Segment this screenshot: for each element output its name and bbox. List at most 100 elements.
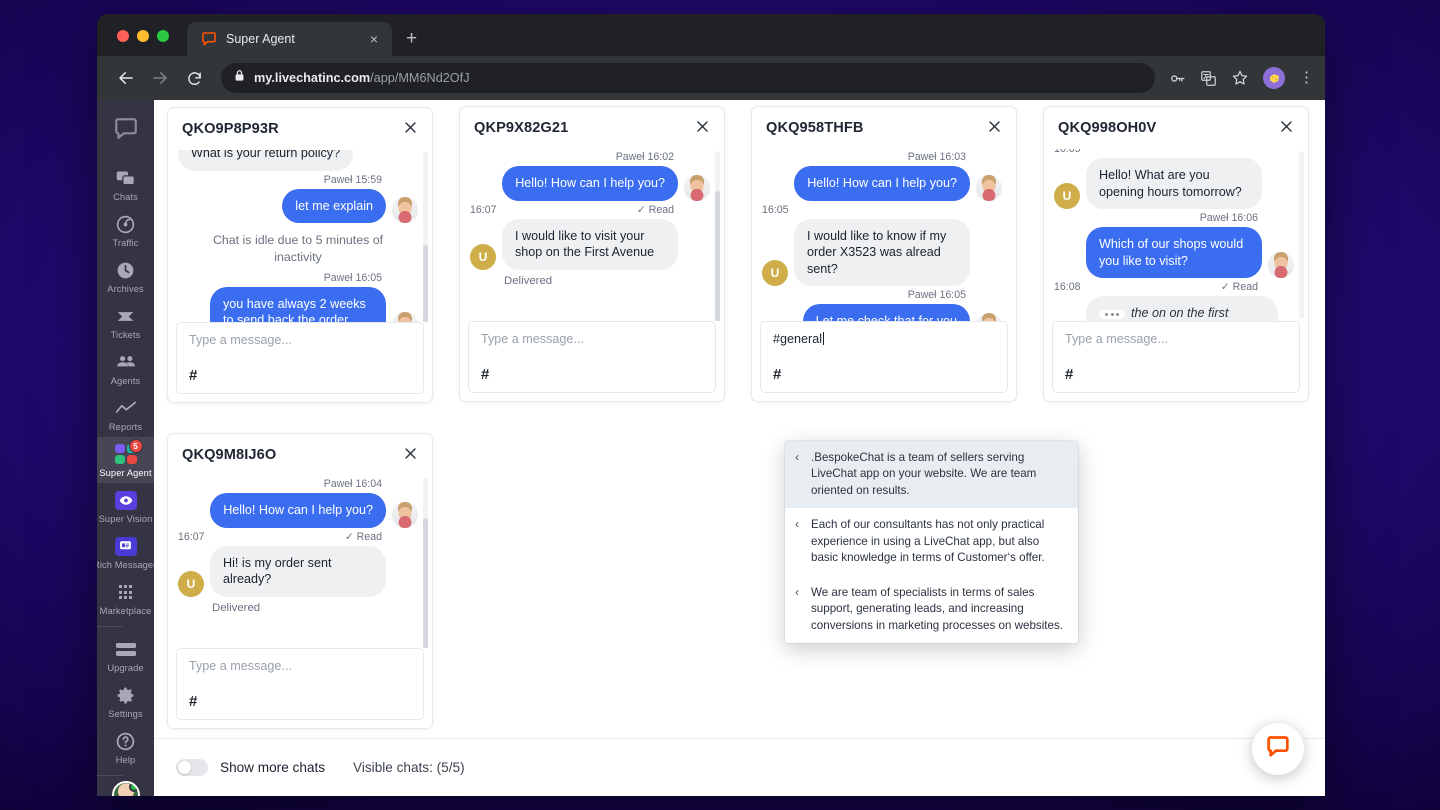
message-scrollbar-track[interactable] [1299,151,1304,319]
suggestion-text: .BespokeChat is a team of sellers servin… [811,451,1037,497]
tab-title: Super Agent [226,32,295,46]
sidebar-item-archives[interactable]: Archives [97,253,154,299]
message-input[interactable]: Type a message... [189,333,411,347]
suggestion-item[interactable]: ‹ We are team of specialists in terms of … [785,576,1078,643]
canned-response-button[interactable]: # [773,367,995,382]
sidebar-item-rich-messages[interactable]: Rich Messages [97,529,158,575]
reload-icon[interactable] [179,63,209,93]
message-list[interactable]: Paweł 16:03 Hello! How can I help you? 16:… [752,149,1016,321]
close-chat-button[interactable] [985,117,1004,140]
suggestion-text: We are team of specialists in terms of s… [811,585,1063,632]
forward-arrow-icon[interactable] [145,63,175,93]
message-bubble: Hello! What are you opening hours tomorr… [1086,158,1262,210]
canned-response-suggestions[interactable]: ‹ .BespokeChat is a team of sellers servi… [785,441,1078,644]
canned-response-button[interactable]: # [1065,367,1287,382]
address-bar[interactable]: my.livechatinc.com/app/MM6Nd2OfJ [221,63,1155,93]
suggestion-item[interactable]: ‹ Each of our consultants has not only pr… [785,508,1078,575]
message-input[interactable]: Type a message... [189,659,411,673]
message-input[interactable]: Type a message... [1065,332,1287,346]
message-scrollbar-thumb[interactable] [423,245,428,322]
chat-card[interactable]: QKO9P8P93R What is your return policy? Paw… [167,107,433,403]
chat-card[interactable]: QKP9X82G21 Paweł 16:02 Hello! How can I he… [459,106,725,402]
browser-tab[interactable]: Super Agent × [187,22,392,56]
sidebar-item-chats[interactable]: Chats [97,161,154,207]
canned-response-button[interactable]: # [189,694,411,709]
window-traffic-lights [97,30,169,56]
message-timestamp: 16:07 [178,530,205,543]
sidebar-item-upgrade[interactable]: Upgrade [97,632,154,678]
sidebar-item-agents[interactable]: Agents [97,345,154,391]
message-input[interactable]: #general [773,332,995,346]
sidebar-item-traffic[interactable]: Traffic [97,207,154,253]
minimize-window-button[interactable] [137,30,149,42]
sidebar-nav-list: Chats Traffic Archives Tickets Agents Reports… [97,161,158,781]
message-list[interactable]: What is your return policy? Paweł 15:59 le… [168,150,432,322]
sidebar-item-marketplace[interactable]: Marketplace [97,575,154,621]
visible-chats-count: Visible chats: (5/5) [353,760,465,775]
chevron-left-icon: ‹ [795,519,799,532]
password-key-icon[interactable] [1169,70,1186,87]
back-arrow-icon[interactable] [111,63,141,93]
toolbar-actions: ⋮ [1169,67,1314,89]
suggestion-item[interactable]: ‹ .BespokeChat is a team of sellers servi… [785,441,1078,509]
sidebar-item-reports[interactable]: Reports [97,391,154,437]
message-composer[interactable]: Type a message... # [176,648,424,720]
suggestion-list: ‹ .BespokeChat is a team of sellers servi… [785,441,1078,643]
message-composer[interactable]: Type a message... # [176,322,424,394]
sidebar-item-label: Help [115,755,136,765]
kebab-menu-icon[interactable]: ⋮ [1299,70,1314,85]
show-more-chats-toggle-group[interactable]: Show more chats [176,759,325,776]
chat-card[interactable]: QKQ958THFB Paweł 16:03 Hello! How can I he… [751,106,1017,402]
message-scrollbar-thumb[interactable] [423,518,428,648]
close-chat-button[interactable] [401,118,420,141]
message-composer[interactable]: Type a message... # [1052,321,1300,393]
message-list[interactable]: Paweł 16:04 Hello! How can I help you? 16:… [168,476,432,648]
avatar[interactable] [111,781,140,796]
maximize-window-button[interactable] [157,30,169,42]
close-chat-button[interactable] [693,117,712,140]
agent-avatar [1268,252,1294,279]
sidebar-item-help[interactable]: Help [97,724,154,770]
message-row: UI would like to know if my order X3523 … [762,218,1002,287]
message-meta-row: 16:07 ✓ Read [470,204,710,216]
message-meta-row: 16:08 ✓ Read [1054,281,1294,293]
reports-chart-icon [115,397,137,419]
agents-people-icon [115,351,137,373]
close-chat-button[interactable] [401,444,420,467]
message-list[interactable]: Paweł 16:02 Hello! How can I help you? 16:… [460,149,724,321]
chat-card[interactable]: QKQ998OH0V 16:05 U Hello! What are you open… [1043,106,1309,402]
message-scrollbar-thumb[interactable] [715,191,720,321]
close-window-button[interactable] [117,30,129,42]
close-chat-button[interactable] [1277,117,1296,140]
bookmark-star-icon[interactable] [1231,69,1249,87]
message-list[interactable]: 16:05 U Hello! What are you opening hours … [1044,149,1308,321]
canned-response-button[interactable]: # [481,367,703,382]
message-input[interactable]: Type a message... [481,332,703,346]
profile-avatar[interactable] [1263,67,1285,89]
chat-id: QKP9X82G21 [474,120,569,136]
new-tab-button[interactable]: + [406,29,417,48]
message-bubble: Hello! How can I help you? [794,166,970,201]
canned-response-button[interactable]: # [189,368,411,383]
sidebar-item-settings[interactable]: Settings [97,678,154,724]
message-composer[interactable]: #general # [760,321,1008,393]
sidebar-divider [97,775,123,776]
livechat-widget-button[interactable] [1252,723,1304,775]
show-more-chats-toggle[interactable] [176,759,208,776]
sidebar-item-super-agent[interactable]: 5 Super Agent [97,437,154,483]
message-row: UI would like to visit your shop on the … [470,218,710,270]
upgrade-icon [115,638,136,660]
sidebar-item-super-vision[interactable]: Super Vision [97,483,154,529]
translate-icon[interactable] [1200,70,1217,87]
sidebar-item-tickets[interactable]: Tickets [97,299,154,345]
tab-close-button[interactable]: × [366,29,382,49]
browser-window: Super Agent × + my.livechatinc.com/app/M… [97,14,1325,796]
chevron-left-icon: ‹ [795,586,799,599]
message-row: you have always 2 weeks to send back the… [178,286,418,322]
chat-card[interactable]: QKQ9M8IJ6O Paweł 16:04 Hello! How can I he… [167,433,433,729]
agent-avatar [392,197,418,224]
delivery-status: Delivered [504,274,553,287]
message-composer[interactable]: Type a message... # [468,321,716,393]
sidebar-item-label: Chats [113,192,138,202]
browser-tab-strip: Super Agent × + [97,14,1325,56]
